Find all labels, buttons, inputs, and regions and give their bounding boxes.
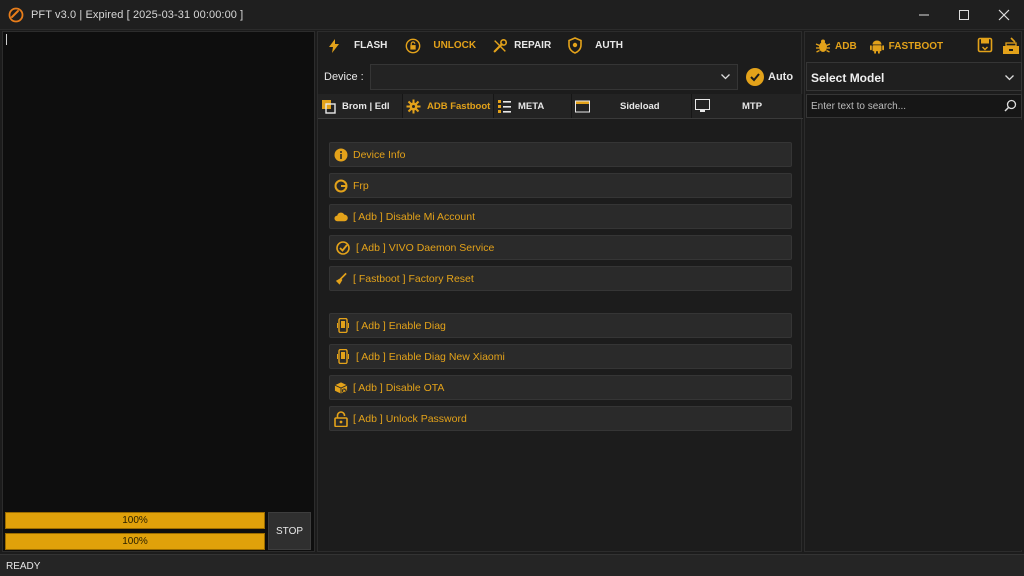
close-icon — [998, 9, 1010, 21]
subtab-brom-edl[interactable]: Brom | Edl — [318, 94, 403, 118]
save-icon[interactable] — [977, 37, 995, 55]
tab-fastboot-label: FASTBOOT — [888, 40, 944, 52]
model-panel: ADB FASTBOOT Select Model — [804, 31, 1022, 552]
auto-checkbox[interactable]: Auto — [746, 68, 793, 86]
padlock-icon — [334, 410, 348, 427]
subtab-brom-edl-label: Brom | Edl — [342, 100, 390, 112]
subtab-meta-label: META — [518, 100, 545, 112]
lightning-icon — [326, 38, 342, 54]
status-bar: READY — [0, 554, 1024, 576]
unlock-password-button[interactable]: [ Adb ] Unlock Password — [329, 406, 792, 431]
status-text: READY — [6, 561, 41, 572]
disable-ota-label: [ Adb ] Disable OTA — [353, 381, 445, 394]
broom-icon — [334, 272, 348, 286]
toolbox-icon[interactable] — [1002, 37, 1020, 55]
select-model-dropdown[interactable]: Select Model — [806, 62, 1022, 91]
progress-bar-primary: 100% — [5, 512, 265, 529]
minimize-icon — [919, 14, 929, 16]
subtab-mtp-label: MTP — [742, 100, 763, 112]
subtab-adb-fastboot[interactable]: ADB Fastboot — [403, 94, 494, 118]
info-icon — [334, 148, 348, 162]
monitor-icon — [695, 99, 710, 114]
right-tab-bar: ADB FASTBOOT — [805, 32, 1023, 60]
check-circle-icon — [746, 68, 764, 86]
unlock-icon — [405, 38, 421, 54]
enable-diag-new-xiaomi-button[interactable]: [ Adb ] Enable Diag New Xiaomi — [329, 344, 792, 369]
tab-repair[interactable]: REPAIR — [484, 32, 559, 59]
window-title: PFT v3.0 | Expired [ 2025-03-31 00:00:00… — [31, 8, 244, 21]
text-cursor — [6, 34, 7, 45]
chevron-down-icon — [720, 71, 731, 85]
main-tab-bar: FLASH UNLOCK REPAIR AUTH — [318, 32, 803, 59]
grid-icon — [497, 99, 512, 114]
tab-auth-label: AUTH — [595, 40, 623, 51]
disable-ota-button[interactable]: [ Adb ] Disable OTA — [329, 375, 792, 400]
android-icon — [869, 38, 885, 54]
tab-unlock[interactable]: UNLOCK — [397, 32, 484, 59]
stop-button[interactable]: STOP — [268, 512, 311, 550]
chevron-down-icon — [1004, 72, 1015, 86]
model-search-input[interactable] — [807, 95, 997, 117]
check-icon — [336, 240, 350, 255]
tab-repair-label: REPAIR — [514, 40, 552, 51]
enable-diag-label: [ Adb ] Enable Diag — [356, 319, 446, 332]
cloud-icon — [334, 210, 348, 224]
model-list[interactable] — [806, 120, 1022, 550]
chip-icon — [321, 99, 336, 114]
subtab-adb-fastboot-label: ADB Fastboot — [427, 100, 491, 112]
select-model-label: Select Model — [811, 71, 885, 85]
gear-icon — [406, 99, 421, 114]
tab-flash-label: FLASH — [354, 40, 388, 51]
device-row: Device : Auto — [318, 62, 803, 92]
maximize-button[interactable] — [944, 0, 984, 30]
subtab-sideload-label: Sideload — [620, 100, 660, 112]
bug-icon — [815, 38, 831, 54]
tab-adb[interactable]: ADB — [815, 38, 857, 54]
title-bar: PFT v3.0 | Expired [ 2025-03-31 00:00:00… — [0, 0, 1024, 30]
minimize-button[interactable] — [904, 0, 944, 30]
tab-unlock-label: UNLOCK — [433, 40, 477, 51]
model-search-box — [806, 94, 1022, 118]
wrench-icon — [492, 38, 508, 54]
sub-tab-bar: Brom | Edl ADB Fastboot META Sideload MT… — [318, 94, 803, 119]
log-panel[interactable] — [2, 31, 315, 552]
shield-icon — [567, 37, 583, 54]
tab-adb-label: ADB — [835, 40, 857, 52]
factory-reset-button[interactable]: [ Fastboot ] Factory Reset — [329, 266, 792, 291]
device-select[interactable] — [370, 64, 738, 90]
subtab-mtp[interactable]: MTP — [692, 94, 803, 118]
unlock-password-label: [ Adb ] Unlock Password — [353, 412, 467, 425]
tab-fastboot[interactable]: FASTBOOT — [869, 38, 943, 54]
vivo-daemon-service-button[interactable]: [ Adb ] VIVO Daemon Service — [329, 235, 792, 260]
google-icon — [334, 179, 348, 193]
phone-icon — [336, 318, 350, 333]
frp-button[interactable]: Frp — [329, 173, 792, 198]
device-info-label: Device Info — [353, 148, 406, 161]
maximize-icon — [959, 10, 969, 20]
auto-label: Auto — [768, 71, 794, 83]
subtab-sideload[interactable]: Sideload — [572, 94, 692, 118]
disable-mi-account-label: [ Adb ] Disable Mi Account — [353, 210, 475, 223]
folder-icon — [575, 99, 590, 114]
vivo-daemon-service-label: [ Adb ] VIVO Daemon Service — [356, 241, 495, 254]
progress-bar-secondary: 100% — [5, 533, 265, 550]
phone-icon — [336, 349, 350, 364]
search-icon[interactable] — [1004, 99, 1017, 115]
enable-diag-button[interactable]: [ Adb ] Enable Diag — [329, 313, 792, 338]
subtab-meta[interactable]: META — [494, 94, 572, 118]
disable-mi-account-button[interactable]: [ Adb ] Disable Mi Account — [329, 204, 792, 229]
package-icon — [334, 381, 348, 395]
app-logo-icon — [8, 7, 24, 22]
device-label: Device : — [324, 71, 364, 83]
tab-flash[interactable]: FLASH — [318, 32, 395, 59]
factory-reset-label: [ Fastboot ] Factory Reset — [353, 272, 474, 285]
tab-auth[interactable]: AUTH — [559, 32, 631, 59]
enable-diag-new-xiaomi-label: [ Adb ] Enable Diag New Xiaomi — [356, 350, 505, 363]
close-button[interactable] — [984, 0, 1024, 30]
main-panel: FLASH UNLOCK REPAIR AUTH Device : Auto B… — [317, 31, 803, 552]
device-info-button[interactable]: Device Info — [329, 142, 792, 167]
frp-label: Frp — [353, 179, 369, 192]
